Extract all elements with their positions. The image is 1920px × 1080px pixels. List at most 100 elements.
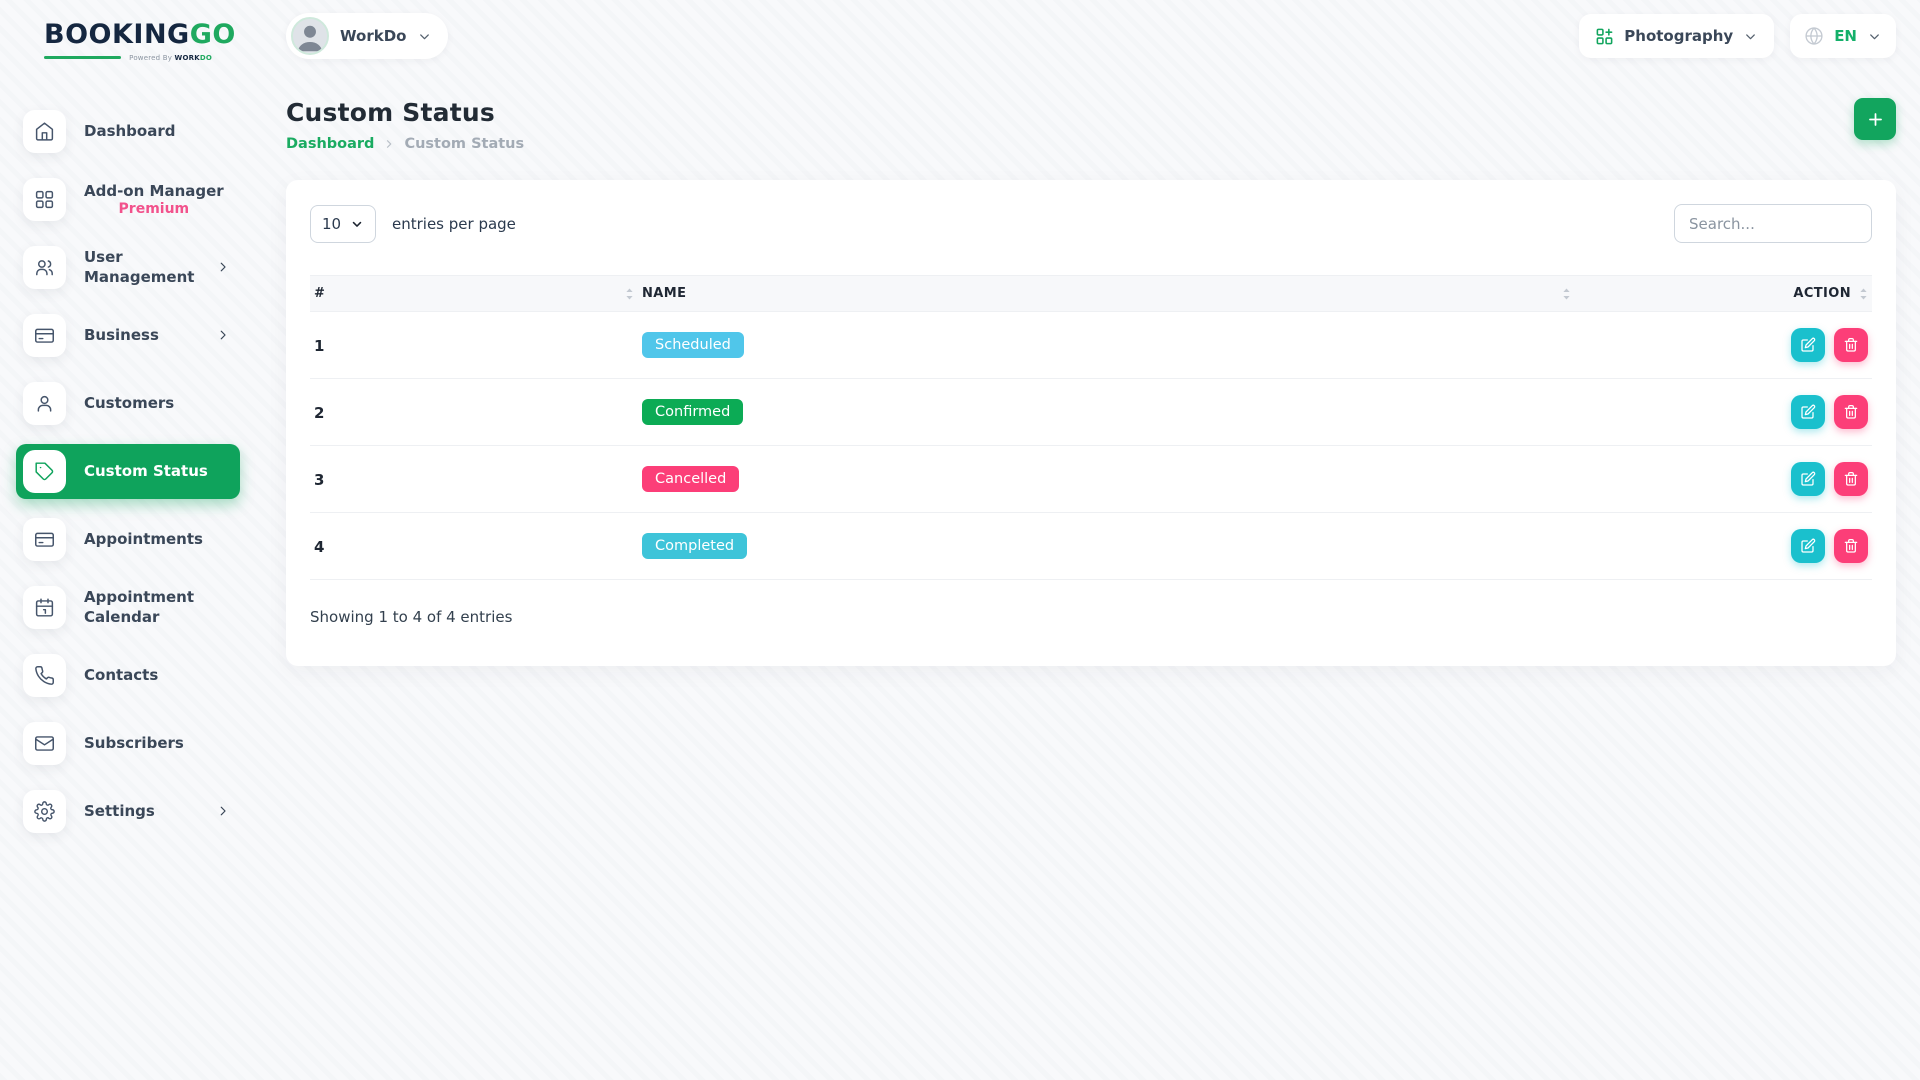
calendar-icon bbox=[23, 586, 66, 629]
language-dropdown[interactable]: EN bbox=[1790, 14, 1896, 58]
column-header-action[interactable]: ACTION bbox=[1575, 276, 1872, 312]
premium-badge: Premium bbox=[84, 201, 224, 217]
edit-button[interactable] bbox=[1791, 328, 1825, 362]
table-row: 2 Confirmed bbox=[310, 379, 1872, 446]
sort-icon bbox=[625, 287, 634, 301]
edit-button[interactable] bbox=[1791, 395, 1825, 429]
trash-icon bbox=[1843, 471, 1859, 487]
entries-per-page-select[interactable]: 10 bbox=[310, 205, 376, 243]
language-label: EN bbox=[1834, 27, 1857, 45]
entries-per-page-label: entries per page bbox=[392, 215, 516, 233]
sidebar-item-customers[interactable]: Customers bbox=[16, 376, 240, 431]
sidebar-item-dashboard[interactable]: Dashboard bbox=[16, 104, 240, 159]
row-number: 4 bbox=[314, 538, 324, 556]
chevron-right-icon bbox=[216, 260, 230, 274]
workspace-dropdown[interactable]: WorkDo bbox=[286, 13, 448, 59]
sidebar-item-label: Business bbox=[84, 325, 159, 345]
sidebar-item-label: Contacts bbox=[84, 665, 158, 685]
sidebar-item-subscribers[interactable]: Subscribers bbox=[16, 716, 240, 771]
sidebar-item-appointment-calendar[interactable]: Appointment Calendar bbox=[16, 580, 240, 635]
globe-icon bbox=[1804, 26, 1824, 46]
chevron-right-icon bbox=[383, 138, 395, 150]
table-footer-summary: Showing 1 to 4 of 4 entries bbox=[310, 608, 1872, 626]
column-header-number[interactable]: # bbox=[310, 276, 638, 312]
sidebar-item-user-management[interactable]: User Management bbox=[16, 240, 240, 295]
delete-button[interactable] bbox=[1834, 529, 1868, 563]
trash-icon bbox=[1843, 404, 1859, 420]
phone-icon bbox=[23, 654, 66, 697]
sidebar-item-label: Customers bbox=[84, 393, 174, 413]
sidebar-item-label: Subscribers bbox=[84, 733, 184, 753]
sidebar-item-settings[interactable]: Settings bbox=[16, 784, 240, 839]
status-table-card: 10 entries per page # NAME bbox=[286, 180, 1896, 666]
column-header-name[interactable]: NAME bbox=[638, 276, 1575, 312]
breadcrumb-dashboard-link[interactable]: Dashboard bbox=[286, 136, 374, 152]
topbar-right: Photography EN bbox=[1579, 14, 1896, 58]
gear-icon bbox=[23, 790, 66, 833]
edit-icon bbox=[1800, 471, 1816, 487]
sidebar-item-label: Custom Status bbox=[84, 461, 208, 481]
table-controls: 10 entries per page bbox=[310, 204, 1872, 243]
status-badge: Confirmed bbox=[642, 399, 743, 426]
users-icon bbox=[23, 246, 66, 289]
sidebar-item-business[interactable]: Business bbox=[16, 308, 240, 363]
sort-icon bbox=[1562, 287, 1571, 301]
sidebar-item-addon-manager[interactable]: Add-on Manager Premium bbox=[16, 172, 240, 227]
trash-icon bbox=[1843, 337, 1859, 353]
row-number: 1 bbox=[314, 337, 324, 355]
breadcrumb: Dashboard Custom Status bbox=[286, 136, 524, 152]
logo-underline bbox=[44, 56, 121, 59]
main-area: WorkDo Photography EN Custom Status bbox=[256, 0, 1920, 1080]
table-row: 1 Scheduled bbox=[310, 312, 1872, 379]
home-icon bbox=[23, 110, 66, 153]
chevron-down-icon bbox=[1743, 29, 1758, 44]
sidebar-item-label: Add-on Manager bbox=[84, 182, 224, 200]
credit-card-icon bbox=[23, 314, 66, 357]
plus-icon bbox=[1866, 110, 1885, 129]
row-number: 3 bbox=[314, 471, 324, 489]
grid-icon bbox=[23, 178, 66, 221]
status-badge: Cancelled bbox=[642, 466, 739, 493]
table-header-row: # NAME ACTION bbox=[310, 276, 1872, 312]
row-number: 2 bbox=[314, 404, 324, 422]
sidebar-item-label: Appointment Calendar bbox=[84, 587, 230, 628]
mail-icon bbox=[23, 722, 66, 765]
status-table: # NAME ACTION 1 Scheduled bbox=[310, 275, 1872, 580]
status-badge: Completed bbox=[642, 533, 747, 560]
page-header: Custom Status Dashboard Custom Status bbox=[286, 98, 1896, 152]
table-row: 4 Completed bbox=[310, 513, 1872, 580]
chevron-down-icon bbox=[350, 217, 364, 231]
workspace-label: WorkDo bbox=[340, 27, 406, 45]
grid-plus-icon bbox=[1595, 27, 1614, 46]
sidebar-nav: Dashboard Add-on Manager Premium User Ma… bbox=[0, 104, 256, 852]
app-root: BOOKINGGO Powered By WORKDO Dashboard Ad… bbox=[0, 0, 1920, 1080]
table-row: 3 Cancelled bbox=[310, 446, 1872, 513]
sidebar-item-appointments[interactable]: Appointments bbox=[16, 512, 240, 567]
edit-icon bbox=[1800, 538, 1816, 554]
sort-icon bbox=[1859, 287, 1868, 301]
status-badge: Scheduled bbox=[642, 332, 744, 359]
edit-icon bbox=[1800, 337, 1816, 353]
search-input[interactable] bbox=[1674, 204, 1872, 243]
page-title: Custom Status bbox=[286, 98, 524, 127]
brand-logo[interactable]: BOOKINGGO Powered By WORKDO bbox=[0, 16, 256, 62]
tag-icon bbox=[23, 450, 66, 493]
avatar bbox=[291, 17, 329, 55]
trash-icon bbox=[1843, 538, 1859, 554]
sidebar-item-custom-status[interactable]: Custom Status bbox=[16, 444, 240, 499]
delete-button[interactable] bbox=[1834, 328, 1868, 362]
brand-powered-by: Powered By WORKDO bbox=[44, 54, 212, 62]
sidebar-item-contacts[interactable]: Contacts bbox=[16, 648, 240, 703]
chevron-down-icon bbox=[417, 29, 432, 44]
edit-button[interactable] bbox=[1791, 462, 1825, 496]
sidebar-item-label: User Management bbox=[84, 247, 198, 288]
edit-button[interactable] bbox=[1791, 529, 1825, 563]
delete-button[interactable] bbox=[1834, 462, 1868, 496]
add-status-button[interactable] bbox=[1854, 98, 1896, 140]
chevron-right-icon bbox=[216, 804, 230, 818]
module-dropdown[interactable]: Photography bbox=[1579, 14, 1774, 58]
module-label: Photography bbox=[1624, 27, 1733, 45]
sidebar-item-label: Appointments bbox=[84, 529, 203, 549]
brand-name: BOOKINGGO bbox=[44, 20, 256, 50]
delete-button[interactable] bbox=[1834, 395, 1868, 429]
